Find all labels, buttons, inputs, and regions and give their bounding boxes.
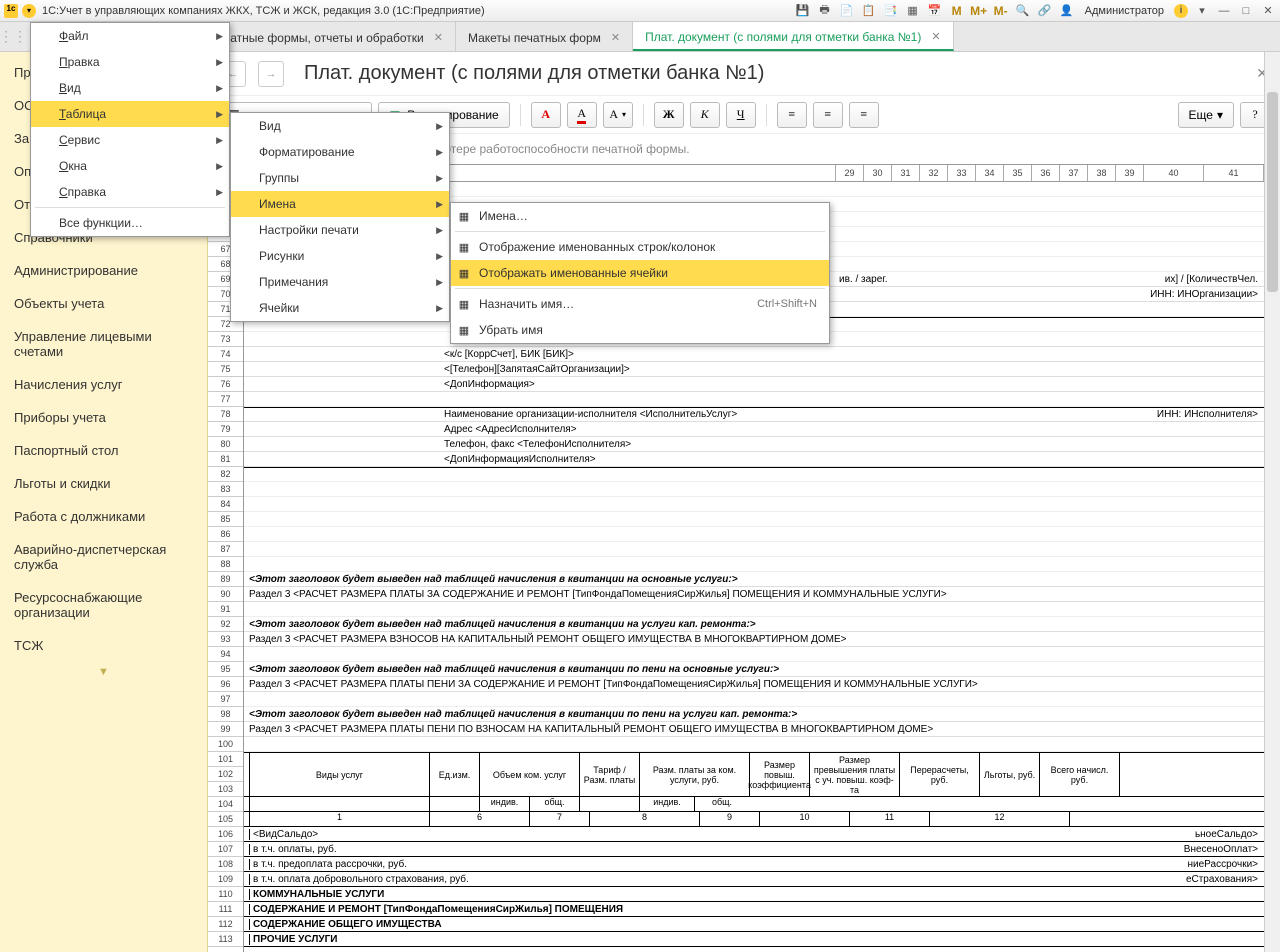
menu-item[interactable]: Справка▶ <box>31 179 229 205</box>
submenu-arrow-icon: ▶ <box>216 135 223 146</box>
submenu-arrow-icon: ▶ <box>216 83 223 94</box>
submenu-arrow-icon: ▶ <box>216 187 223 198</box>
font-color-button[interactable]: A <box>531 102 561 128</box>
submenu-arrow-icon: ▶ <box>436 251 443 262</box>
sidebar-item[interactable]: Работа с должниками <box>0 500 207 533</box>
save-icon[interactable]: 💾 <box>795 3 811 19</box>
underline-button[interactable]: Ч <box>726 102 756 128</box>
menu-item[interactable]: ▦Отображать именованные ячейки <box>451 260 829 286</box>
link-icon[interactable]: 🔗 <box>1037 3 1053 19</box>
submenu-arrow-icon: ▶ <box>436 121 443 132</box>
menu-item[interactable]: ▦Назначить имя…Ctrl+Shift+N <box>451 291 829 317</box>
menu-item[interactable]: Правка▶ <box>31 49 229 75</box>
tab[interactable]: Плат. документ (с полями для отметки бан… <box>633 22 953 51</box>
page-title: Плат. документ (с полями для отметки бан… <box>304 62 764 85</box>
m-minus-icon[interactable]: M- <box>993 3 1009 19</box>
menu-item[interactable]: Ячейки▶ <box>231 295 449 321</box>
sidebar-item[interactable]: Льготы и скидки <box>0 467 207 500</box>
user-icon: 👤 <box>1059 3 1075 19</box>
m-plus-icon[interactable]: M+ <box>971 3 987 19</box>
app-logo-icon: 1c <box>4 4 18 18</box>
main-menu[interactable]: Файл▶Правка▶Вид▶Таблица▶Сервис▶Окна▶Спра… <box>30 22 230 237</box>
app-menu-dropdown[interactable]: ▾ <box>22 4 36 18</box>
menu-item[interactable]: Примечания▶ <box>231 269 449 295</box>
sidebar-item[interactable]: Ресурсоснабжающие организации <box>0 581 207 629</box>
submenu-arrow-icon: ▶ <box>436 199 443 210</box>
menu-item[interactable]: Таблица▶ <box>31 101 229 127</box>
titlebar: 1c ▾ 1С:Учет в управляющих компаниях ЖКХ… <box>0 0 1280 22</box>
submenu-arrow-icon: ▶ <box>436 147 443 158</box>
nav-forward-button[interactable]: → <box>258 61 284 87</box>
submenu-arrow-icon: ▶ <box>216 161 223 172</box>
print-icon[interactable]: 🖶 <box>817 3 833 19</box>
apps-grip-icon[interactable]: ⋮⋮⋮ <box>8 22 32 51</box>
menu-item[interactable]: Рисунки▶ <box>231 243 449 269</box>
window-title: 1С:Учет в управляющих компаниях ЖКХ, ТСЖ… <box>42 5 795 17</box>
compare-icon[interactable]: 📋 <box>861 3 877 19</box>
sidebar-item[interactable]: ТСЖ <box>0 629 207 662</box>
submenu-arrow-icon: ▶ <box>216 31 223 42</box>
menu-item[interactable]: Вид▶ <box>231 113 449 139</box>
submenu-arrow-icon: ▶ <box>436 303 443 314</box>
tab-close-icon[interactable]: ✕ <box>611 31 620 44</box>
menu-item[interactable]: Группы▶ <box>231 165 449 191</box>
menu-item-icon: ▦ <box>456 239 472 255</box>
sidebar-item[interactable]: Объекты учета <box>0 287 207 320</box>
menu-item-icon: ▦ <box>456 265 472 281</box>
more-button[interactable]: Еще ▾ <box>1178 102 1234 128</box>
menu-item[interactable]: Сервис▶ <box>31 127 229 153</box>
tab[interactable]: Макеты печатных форм✕ <box>456 22 633 51</box>
sidebar-item[interactable]: Приборы учета <box>0 401 207 434</box>
submenu-arrow-icon: ▶ <box>436 277 443 288</box>
sidebar-item[interactable]: Паспортный стол <box>0 434 207 467</box>
preview-icon[interactable]: 📄 <box>839 3 855 19</box>
calc-icon[interactable]: ▦ <box>905 3 921 19</box>
menu-item[interactable]: ▦Отображение именованных строк/колонок <box>451 234 829 260</box>
menu-item[interactable]: Файл▶ <box>31 23 229 49</box>
menu-item[interactable]: ▦Имена… <box>451 203 829 229</box>
submenu-arrow-icon: ▶ <box>436 225 443 236</box>
zoom-in-icon[interactable]: 🔍 <box>1015 3 1031 19</box>
menu-item[interactable]: Имена▶ <box>231 191 449 217</box>
italic-button[interactable]: К <box>690 102 720 128</box>
menu-item[interactable]: Окна▶ <box>31 153 229 179</box>
close-window-icon[interactable]: ✕ <box>1260 3 1276 19</box>
menu-item-icon: ▦ <box>456 208 472 224</box>
menu-item[interactable]: Все функции… <box>31 210 229 236</box>
m-icon[interactable]: M <box>949 3 965 19</box>
table-submenu[interactable]: Вид▶Форматирование▶Группы▶Имена▶Настройк… <box>230 112 450 322</box>
menu-item[interactable]: Вид▶ <box>31 75 229 101</box>
info-drop-icon[interactable]: ▾ <box>1194 3 1210 19</box>
menu-item-icon: ▦ <box>456 296 472 312</box>
sidebar-item[interactable]: Аварийно-диспетчерская служба <box>0 533 207 581</box>
sidebar-scroll-down-icon[interactable]: ▼ <box>0 662 207 682</box>
names-submenu[interactable]: ▦Имена… ▦Отображение именованных строк/ко… <box>450 202 830 344</box>
sidebar-item[interactable]: Администрирование <box>0 254 207 287</box>
submenu-arrow-icon: ▶ <box>436 173 443 184</box>
info-icon[interactable]: i <box>1174 4 1188 18</box>
sidebar-item[interactable]: Управление лицевыми счетами <box>0 320 207 368</box>
align-right-button[interactable]: ≡ <box>849 102 879 128</box>
user-label[interactable]: Администратор <box>1081 3 1168 19</box>
bold-button[interactable]: Ж <box>654 102 684 128</box>
copy-icon[interactable]: 📑 <box>883 3 899 19</box>
tab-close-icon[interactable]: ✕ <box>434 31 443 44</box>
vertical-scrollbar[interactable] <box>1264 52 1280 952</box>
bg-color-button[interactable]: A <box>567 102 597 128</box>
menu-item[interactable]: Форматирование▶ <box>231 139 449 165</box>
calendar-icon[interactable]: 📅 <box>927 3 943 19</box>
tab-close-icon[interactable]: ✕ <box>931 30 940 43</box>
submenu-arrow-icon: ▶ <box>216 57 223 68</box>
minimize-icon[interactable]: — <box>1216 3 1232 19</box>
align-left-button[interactable]: ≡ <box>777 102 807 128</box>
tab[interactable]: Печатные формы, отчеты и обработки✕ <box>197 22 456 51</box>
align-center-button[interactable]: ≡ <box>813 102 843 128</box>
maximize-icon[interactable]: □ <box>1238 3 1254 19</box>
submenu-arrow-icon: ▶ <box>216 109 223 120</box>
menu-item[interactable]: ▦Убрать имя <box>451 317 829 343</box>
menu-item-icon: ▦ <box>456 322 472 338</box>
menu-item[interactable]: Настройки печати▶ <box>231 217 449 243</box>
sidebar-item[interactable]: Начисления услуг <box>0 368 207 401</box>
font-button[interactable]: A▾ <box>603 102 633 128</box>
